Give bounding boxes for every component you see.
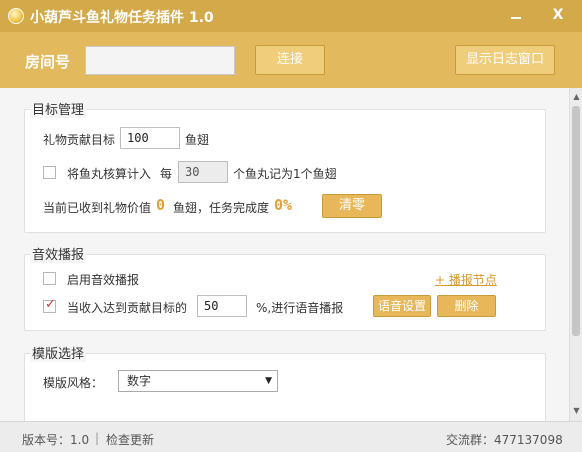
voice-percent-input[interactable]: 50 <box>197 295 247 317</box>
status-bar: 版本号：1.0 | 检查更新 交流群：477137098 <box>0 421 582 452</box>
goal-input[interactable]: 100 <box>120 127 180 149</box>
enable-sound-label: 启用音效播报 <box>67 273 140 287</box>
minimize-icon <box>511 16 521 19</box>
room-number-input[interactable] <box>85 46 235 75</box>
group-number-text: 交流群：477137098 <box>446 433 563 447</box>
completion-value: 0% <box>274 196 293 214</box>
scroll-down-icon[interactable]: ▼ <box>572 406 581 415</box>
room-label: 房间号 <box>25 53 71 71</box>
room-toolbar: 房间号 连接 显示日志窗口 <box>0 32 582 88</box>
scroll-up-icon[interactable]: ▲ <box>572 92 581 101</box>
settings-panel: 目标管理 礼物贡献目标 100 鱼翅 将鱼丸核算计入 每 30 个鱼丸记为1个鱼… <box>0 88 569 421</box>
template-style-label: 模版风格： <box>43 376 104 390</box>
window-title: 小葫芦斗鱼礼物任务插件 1.0 <box>30 10 214 26</box>
fishball-ratio-input[interactable]: 30 <box>178 161 228 183</box>
version-text: 版本号：1.0 <box>22 433 90 447</box>
enable-sound-checkbox[interactable] <box>43 272 56 285</box>
received-value: 0 <box>156 196 166 214</box>
check-update-link[interactable]: 检查更新 <box>106 431 154 448</box>
template-style-select[interactable]: 数字 ▼ <box>118 370 278 392</box>
app-logo-icon <box>8 8 24 24</box>
goal-label: 礼物贡献目标 <box>43 133 116 147</box>
fishball-label: 将鱼丸核算计入 <box>67 167 152 181</box>
show-log-button[interactable]: 显示日志窗口 <box>455 45 555 75</box>
reset-button[interactable]: 清零 <box>322 194 382 218</box>
received-unit: 鱼翅，任务完成度 <box>173 201 270 215</box>
title-bar: 小葫芦斗鱼礼物任务插件 1.0 X <box>0 0 582 32</box>
voice-settings-button[interactable]: 语音设置 <box>373 295 431 317</box>
scroll-thumb[interactable] <box>572 106 580 336</box>
minimize-button[interactable] <box>496 0 536 32</box>
vertical-scrollbar[interactable]: ▲ ▼ <box>569 88 582 421</box>
sound-group <box>24 254 546 331</box>
sound-legend: 音效播报 <box>30 244 87 263</box>
goal-unit: 鱼翅 <box>185 133 210 147</box>
fishball-suffix: 个鱼丸记为1个鱼翅 <box>233 167 337 181</box>
connect-button[interactable]: 连接 <box>255 45 325 75</box>
voice-broadcast-checkbox[interactable] <box>43 297 56 313</box>
received-label: 当前已收到礼物价值 <box>43 201 152 215</box>
chevron-down-icon: ▼ <box>265 376 272 386</box>
target-legend: 目标管理 <box>30 99 87 118</box>
status-divider: | <box>95 431 100 445</box>
template-legend: 模版选择 <box>30 343 87 362</box>
delete-button[interactable]: 删除 <box>437 295 496 317</box>
fishball-checkbox[interactable] <box>43 166 56 179</box>
add-broadcast-node-link[interactable]: + 播报节点 <box>435 271 497 288</box>
close-button[interactable]: X <box>538 0 578 32</box>
every-label: 每 <box>160 167 173 181</box>
voice-broadcast-label: 当收入达到贡献目标的 <box>67 301 188 315</box>
voice-broadcast-suffix: %,进行语音播报 <box>256 301 344 315</box>
template-style-value: 数字 <box>127 374 152 388</box>
